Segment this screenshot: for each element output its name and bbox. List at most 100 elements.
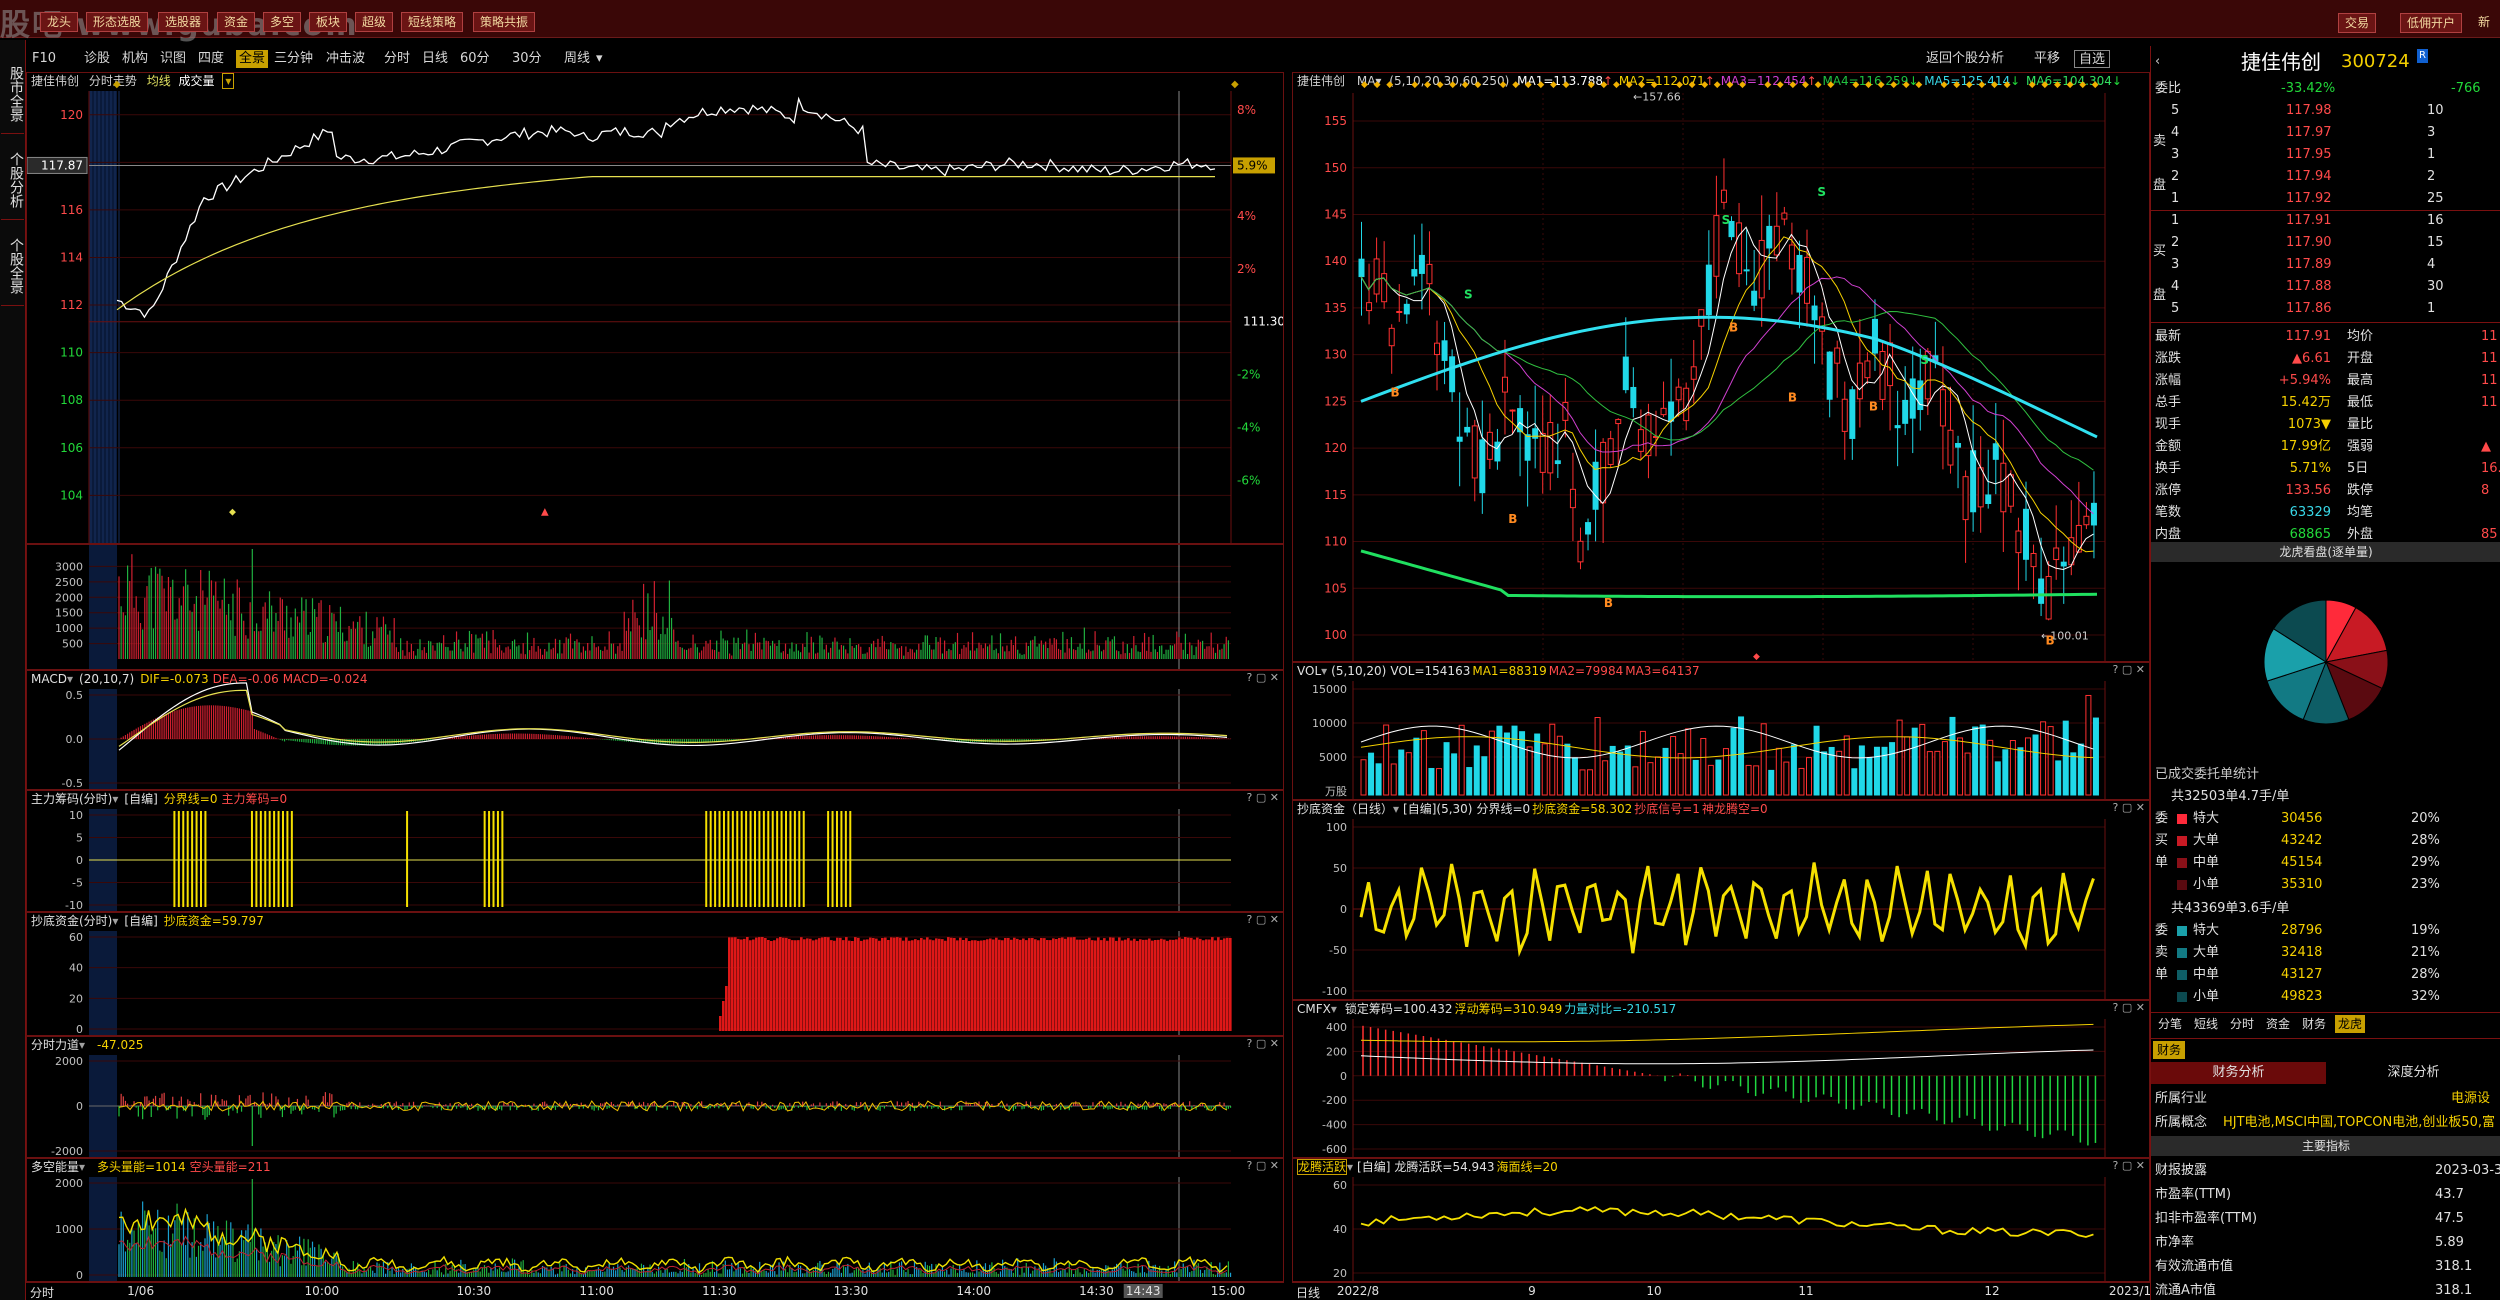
- order-size-label: 中单: [2193, 855, 2220, 870]
- left-tab-2[interactable]: 个股全景: [1, 226, 24, 306]
- finance-tab[interactable]: 财务: [2153, 1041, 2186, 1059]
- price-tick: 104: [60, 488, 83, 502]
- top-button-3[interactable]: 资金: [217, 12, 256, 32]
- order-volume: 1: [2427, 301, 2436, 316]
- svg-text:◆: ◆: [1500, 80, 1507, 90]
- back-icon[interactable]: ‹: [2155, 48, 2160, 76]
- intraday-corner-label[interactable]: 分时: [30, 1284, 54, 1300]
- order-level: 5: [2171, 103, 2180, 118]
- svg-text:◆: ◆: [2067, 80, 2074, 90]
- quote-row: 总手 15.42万 最低 11: [2151, 392, 2500, 414]
- bottom-tab-4[interactable]: 财务: [2299, 1015, 2329, 1033]
- top-button-4[interactable]: 多空: [263, 12, 302, 32]
- quote-row: 现手 1073▼ 量比: [2151, 414, 2500, 436]
- kline-corner-label[interactable]: 日线: [1296, 1284, 1320, 1300]
- top-button-0[interactable]: 龙头: [40, 12, 79, 32]
- order-price: 117.92: [2286, 191, 2332, 206]
- time-tick: 14:30: [1079, 1284, 1114, 1298]
- svg-text:◆: ◆: [1714, 80, 1721, 90]
- intraday-volume-chart: 3000 2500 2000 1500 1000 500: [55, 545, 1231, 669]
- period-tab-0[interactable]: 分时: [384, 50, 410, 68]
- indicator-tick: 0: [1340, 1070, 1347, 1083]
- order-size-pct: 28%: [2411, 833, 2440, 848]
- svg-text:B: B: [1729, 320, 1738, 334]
- deep-analysis-tab[interactable]: 深度分析: [2326, 1062, 2500, 1084]
- watchlist-dropdown[interactable]: 自选: [2074, 50, 2111, 68]
- weibi-diff: -766: [2451, 81, 2481, 96]
- top-button-2[interactable]: 选股器: [158, 12, 209, 32]
- toolbar-item-5[interactable]: 全景: [236, 50, 269, 68]
- bottom-tab-2[interactable]: 分时: [2227, 1015, 2257, 1033]
- top-button-6[interactable]: 超级: [355, 12, 394, 32]
- date-tick: 9: [1528, 1284, 1536, 1298]
- quote-value: 17.99亿: [2280, 439, 2331, 454]
- finance-analysis-tab[interactable]: 财务分析: [2151, 1062, 2326, 1084]
- industry-label: 所属行业: [2155, 1091, 2208, 1106]
- toolbar-item-6[interactable]: 三分钟: [274, 50, 313, 68]
- svg-text:◆: ◆: [1903, 80, 1910, 90]
- order-stats-title: 已成交委托单统计: [2155, 767, 2260, 782]
- top-button-8[interactable]: 策略共振: [473, 12, 536, 32]
- toolbar-item-2[interactable]: 机构: [122, 50, 148, 68]
- top-button-1[interactable]: 形态选股: [86, 12, 149, 32]
- order-size-label: 特大: [2193, 811, 2220, 826]
- kline-indicator-chart-2: 400 200 0 -200 -400 -600: [1322, 1019, 2106, 1157]
- open-account-button[interactable]: 低佣开户: [2400, 13, 2463, 33]
- order-level: 5: [2171, 301, 2180, 316]
- order-size-value: 43127: [2281, 967, 2323, 982]
- flat-button[interactable]: 平移: [2034, 50, 2060, 68]
- quote-label-2: 5日: [2347, 461, 2369, 476]
- intraday-volume-panel: 3000 2500 2000 1500 1000 500: [26, 544, 1284, 670]
- toolbar-item-1[interactable]: 诊股: [84, 50, 110, 68]
- top-button-5[interactable]: 板块: [309, 12, 348, 32]
- period-tab-2[interactable]: 60分: [460, 50, 490, 68]
- period-dropdown-icon[interactable]: ▾: [596, 50, 603, 68]
- kline-price-tick: 115: [1324, 488, 1347, 502]
- finance-label: 流通A市值: [2155, 1283, 2216, 1298]
- left-tab-1[interactable]: 个股分析: [1, 140, 24, 220]
- current-pct-tag: 5.9%: [1237, 158, 1268, 172]
- back-to-analysis-link[interactable]: 返回个股分析: [1926, 50, 2004, 68]
- finance-value: 43.7: [2435, 1187, 2464, 1202]
- quote-label: 换手: [2155, 461, 2182, 476]
- quote-label-2: 外盘: [2347, 527, 2374, 542]
- indicator-tick: -50: [1329, 944, 1347, 957]
- volume-tick: 1500: [55, 607, 83, 620]
- toolbar-item-0[interactable]: F10: [32, 50, 56, 68]
- trade-button[interactable]: 交易: [2338, 13, 2377, 33]
- sell-side-label: 卖 盘: [2153, 134, 2167, 193]
- order-stats-row: 特大 30456 20%: [2151, 808, 2500, 830]
- period-tab-4[interactable]: 周线: [564, 50, 590, 68]
- indicator-chart-1: 10 5 0 -5 -10: [65, 809, 1231, 911]
- left-tab-0[interactable]: 股市全景: [1, 54, 24, 134]
- volume-tick: 2000: [55, 591, 83, 604]
- toolbar-item-4[interactable]: 四度: [198, 50, 224, 68]
- order-volume: 30: [2427, 279, 2444, 294]
- legend-square: [2177, 948, 2187, 958]
- svg-text:◆: ◆: [1878, 80, 1885, 90]
- order-volume: 3: [2427, 125, 2436, 140]
- kline-indicator-chart-0: 15000 10000 5000 万股: [1312, 681, 2106, 799]
- svg-text:◆: ◆: [1231, 79, 1239, 90]
- svg-text:◆: ◆: [1966, 80, 1973, 90]
- period-tab-1[interactable]: 日线: [422, 50, 448, 68]
- bottom-tab-3[interactable]: 资金: [2263, 1015, 2293, 1033]
- finance-label: 市盈率(TTM): [2155, 1187, 2232, 1202]
- svg-text:◆: ◆: [1852, 80, 1859, 90]
- svg-text:B: B: [1788, 390, 1797, 404]
- toolbar-item-3[interactable]: 识图: [160, 50, 186, 68]
- toolbar-item-7[interactable]: 冲击波: [326, 50, 365, 68]
- indicator-tick: 2000: [55, 1177, 83, 1190]
- svg-text:◆: ◆: [2029, 80, 2036, 90]
- bottom-tab-5[interactable]: 龙虎: [2335, 1015, 2366, 1033]
- bottom-tab-1[interactable]: 短线: [2191, 1015, 2221, 1033]
- quote-row: 最新 117.91 均价 11: [2151, 326, 2500, 348]
- top-button-7[interactable]: 短线策略: [401, 12, 464, 32]
- bottom-tab-0[interactable]: 分笔: [2155, 1015, 2185, 1033]
- period-tab-3[interactable]: 30分: [512, 50, 542, 68]
- svg-text:◆: ◆: [1802, 80, 1809, 90]
- kline-price-tick: 100: [1324, 628, 1347, 642]
- svg-text:◆: ◆: [1676, 80, 1683, 90]
- more-button[interactable]: 新: [2472, 13, 2496, 33]
- order-size-value: 28796: [2281, 923, 2323, 938]
